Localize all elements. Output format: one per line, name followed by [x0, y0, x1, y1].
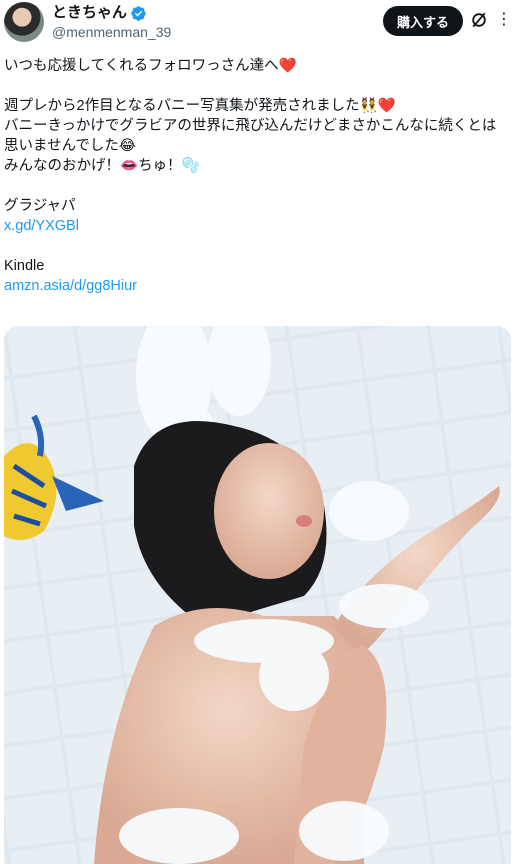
text-line-1: いつも応援してくれるフォロワっさん達へ❤️: [4, 56, 509, 76]
verified-badge-icon: [131, 5, 146, 21]
name-row: ときちゃん: [52, 4, 171, 22]
handle[interactable]: @menmenman_39: [52, 22, 171, 42]
avatar[interactable]: [4, 2, 44, 42]
text-line-4: みんなのおかげ！👄ちゅ！🫧: [4, 156, 509, 176]
grok-icon[interactable]: [469, 10, 489, 30]
lips-emoji-icon: 👄: [120, 158, 139, 174]
tweet-text: いつも応援してくれるフォロワっさん達へ❤️ 週プレから2作目となるバニー写真集が…: [4, 56, 509, 296]
heart-emoji-icon: ❤️: [278, 58, 297, 74]
author-block[interactable]: ときちゃん @menmenman_39: [52, 4, 171, 42]
section1-title: グラジャパ: [4, 198, 76, 214]
section1-link[interactable]: x.gd/YXGBl: [4, 216, 509, 236]
buy-button[interactable]: 購入する: [383, 6, 463, 36]
text-line-2-body: 週プレから2作目となるバニー写真集が発売されました: [4, 98, 360, 114]
section2-title: Kindle: [4, 258, 45, 274]
text-line-4-mid: ちゅ！: [138, 158, 182, 174]
laughing-emoji-icon: 😂: [118, 138, 136, 154]
tweet-header: ときちゃん @menmenman_39 購入する ⋮: [0, 0, 515, 56]
tweet-photo[interactable]: [4, 326, 511, 864]
text-line-3: バニーきっかけでグラビアの世界に飛び込んだけどまさかこんなに続くとは思いませんで…: [4, 116, 509, 156]
text-line-2: 週プレから2作目となるバニー写真集が発売されました👯❤️: [4, 96, 509, 116]
photo-illustration: [4, 326, 511, 864]
more-icon[interactable]: ⋮: [496, 10, 514, 30]
dancers-heart-emoji-icon: 👯❤️: [359, 98, 396, 114]
text-line-4-start: みんなのおかげ！: [4, 158, 120, 174]
text-line-1-body: いつも応援してくれるフォロワっさん達へ: [4, 58, 279, 74]
display-name[interactable]: ときちゃん: [52, 4, 127, 22]
text-line-3-body: バニーきっかけでグラビアの世界に飛び込んだけどまさかこんなに続くとは思いませんで…: [4, 118, 497, 154]
bubbles-emoji-icon: 🫧: [181, 158, 200, 174]
face: [214, 443, 324, 579]
section2-link[interactable]: amzn.asia/d/gg8Hiur: [4, 276, 509, 296]
